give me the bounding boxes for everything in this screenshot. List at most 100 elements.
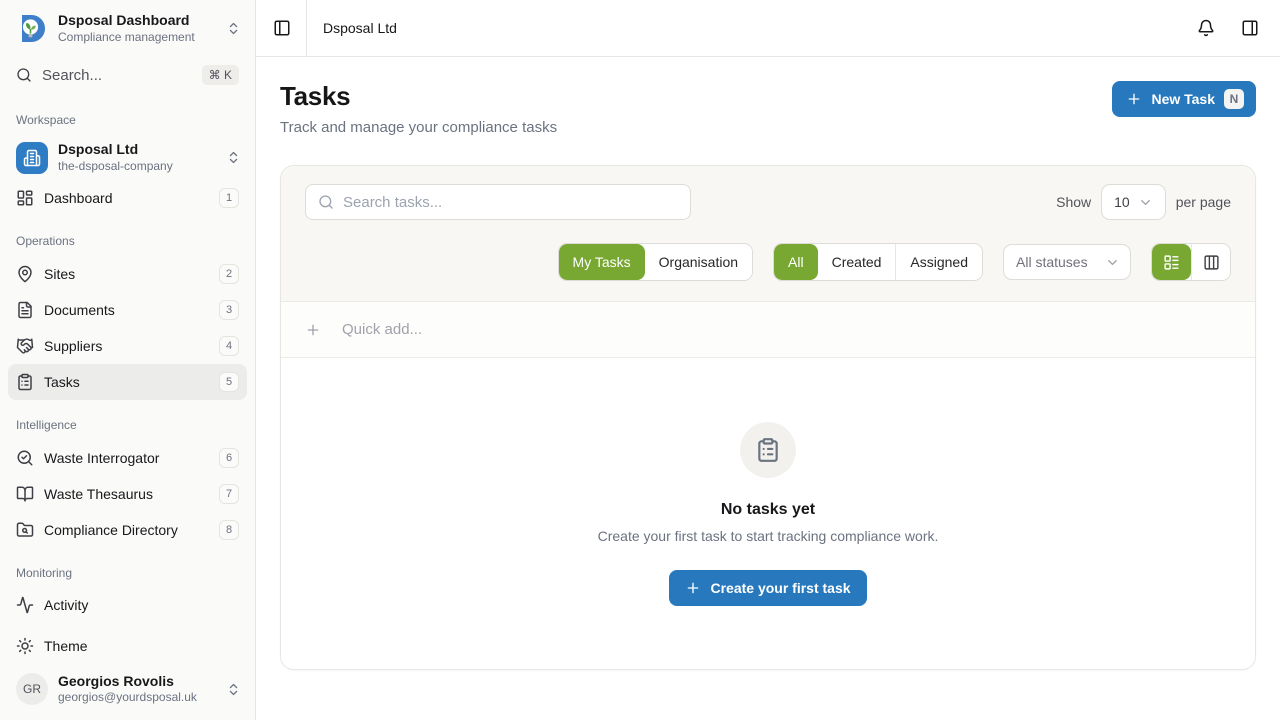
create-first-task-label: Create your first task — [710, 580, 850, 596]
shortcut-badge: 5 — [219, 372, 239, 392]
right-panel-toggle-button[interactable] — [1236, 14, 1264, 42]
notifications-button[interactable] — [1192, 14, 1220, 42]
empty-state-description: Create your first task to start tracking… — [598, 528, 939, 544]
app-switcher-chevron[interactable] — [224, 19, 243, 38]
topbar: Dsposal Ltd — [256, 0, 1280, 57]
section-operations: Operations — [0, 216, 255, 256]
app-switcher[interactable]: Dsposal Dashboard Compliance management — [0, 0, 255, 55]
workspace-switcher-chevron[interactable] — [224, 148, 243, 167]
status-filter-select[interactable]: All statuses — [1003, 244, 1131, 280]
sidebar-item-compliance-directory[interactable]: Compliance Directory 8 — [8, 512, 247, 548]
scope-tab-my-tasks[interactable]: My Tasks — [559, 244, 645, 280]
sidebar-item-documents[interactable]: Documents 3 — [8, 292, 247, 328]
filter-toggle-group: All Created Assigned — [773, 243, 983, 281]
sidebar-item-label: Dashboard — [44, 190, 209, 206]
panel-right-icon — [1241, 19, 1259, 37]
board-view-button[interactable] — [1191, 244, 1230, 280]
shortcut-badge: 6 — [219, 448, 239, 468]
main-area: Dsposal Ltd Tasks Track and manage your … — [256, 0, 1280, 720]
avatar: GR — [16, 673, 48, 705]
book-open-icon — [16, 485, 34, 503]
sidebar-toggle-button[interactable] — [268, 14, 296, 42]
new-task-label: New Task — [1151, 91, 1215, 107]
sidebar-item-label: Sites — [44, 266, 209, 282]
workspace-slug: the-dsposal-company — [58, 159, 214, 175]
per-page-label: per page — [1176, 194, 1231, 210]
shortcut-badge: 8 — [219, 520, 239, 540]
page-size-select[interactable]: 10 — [1101, 184, 1166, 220]
filter-tab-all[interactable]: All — [774, 244, 818, 280]
list-view-button[interactable] — [1152, 244, 1191, 280]
clipboard-list-icon — [755, 437, 781, 463]
scope-tab-organisation[interactable]: Organisation — [645, 244, 752, 280]
empty-state-icon-circle — [740, 422, 796, 478]
search-shortcut-badge: ⌘ K — [202, 65, 239, 85]
section-workspace: Workspace — [0, 95, 255, 135]
sidebar-item-label: Tasks — [44, 374, 209, 390]
clipboard-list-icon — [16, 373, 34, 391]
handshake-icon — [16, 337, 34, 355]
divider — [306, 0, 307, 56]
bell-icon — [1197, 19, 1215, 37]
create-first-task-button[interactable]: Create your first task — [669, 570, 866, 606]
filter-tab-created[interactable]: Created — [818, 244, 896, 280]
new-task-shortcut-badge: N — [1224, 89, 1244, 109]
sidebar-item-label: Compliance Directory — [44, 522, 209, 538]
sidebar-item-dashboard[interactable]: Dashboard 1 — [8, 180, 247, 216]
file-text-icon — [16, 301, 34, 319]
chevrons-up-down-icon — [226, 682, 241, 697]
search-check-icon — [16, 449, 34, 467]
shortcut-badge: 2 — [219, 264, 239, 284]
sidebar-item-label: Documents — [44, 302, 209, 318]
sidebar-item-label: Waste Interrogator — [44, 450, 209, 466]
columns-view-icon — [1203, 254, 1220, 271]
workspace-icon — [16, 142, 48, 174]
chevron-down-icon — [1105, 255, 1120, 270]
quick-add-row[interactable]: Quick add... — [281, 302, 1255, 358]
plus-icon — [305, 322, 321, 338]
sidebar-nav: Workspace Dsposal Ltd the-dsposal-compan… — [0, 95, 255, 627]
sidebar-item-label: Suppliers — [44, 338, 209, 354]
sidebar: Dsposal Dashboard Compliance management … — [0, 0, 256, 720]
panel-left-icon — [273, 19, 291, 37]
empty-state-title: No tasks yet — [721, 501, 815, 519]
sidebar-item-waste-interrogator[interactable]: Waste Interrogator 6 — [8, 440, 247, 476]
page-size-value: 10 — [1114, 194, 1130, 210]
sidebar-item-activity[interactable]: Activity — [8, 588, 247, 622]
user-name: Georgios Rovolis — [58, 673, 214, 691]
sidebar-item-suppliers[interactable]: Suppliers 4 — [8, 328, 247, 364]
dashboard-icon — [16, 189, 34, 207]
app-tagline: Compliance management — [58, 30, 214, 46]
sidebar-item-waste-thesaurus[interactable]: Waste Thesaurus 7 — [8, 476, 247, 512]
user-email: georgios@yourdsposal.uk — [58, 690, 214, 706]
global-search-label: Search... — [42, 67, 192, 84]
scope-toggle-group: My Tasks Organisation — [558, 243, 753, 281]
new-task-button[interactable]: New Task N — [1112, 81, 1256, 117]
page-header: Tasks Track and manage your compliance t… — [280, 81, 1256, 136]
workspace-switcher[interactable]: Dsposal Ltd the-dsposal-company — [0, 135, 255, 180]
view-toggle-group — [1151, 243, 1231, 281]
list-view-icon — [1163, 254, 1180, 271]
sidebar-footer: Theme GR Georgios Rovolis georgios@yourd… — [0, 627, 255, 720]
filter-tab-assigned[interactable]: Assigned — [895, 244, 982, 280]
page-subtitle: Track and manage your compliance tasks — [280, 119, 557, 136]
breadcrumb: Dsposal Ltd — [323, 20, 1192, 36]
search-icon — [16, 67, 32, 83]
sidebar-item-tasks[interactable]: Tasks 5 — [8, 364, 247, 400]
global-search[interactable]: Search... ⌘ K — [0, 55, 255, 95]
user-menu[interactable]: GR Georgios Rovolis georgios@yourdsposal… — [0, 665, 255, 714]
page-title: Tasks — [280, 81, 557, 112]
workspace-name: Dsposal Ltd — [58, 141, 214, 159]
user-menu-chevron[interactable] — [224, 680, 243, 699]
theme-toggle[interactable]: Theme — [0, 627, 255, 665]
empty-state: No tasks yet Create your first task to s… — [281, 358, 1255, 669]
shortcut-badge: 7 — [219, 484, 239, 504]
app-name: Dsposal Dashboard — [58, 12, 214, 30]
content: Tasks Track and manage your compliance t… — [256, 57, 1280, 720]
theme-label: Theme — [44, 638, 88, 654]
dsposal-logo-icon — [16, 13, 48, 45]
quick-add-placeholder: Quick add... — [342, 321, 422, 338]
sidebar-item-sites[interactable]: Sites 2 — [8, 256, 247, 292]
task-search-input[interactable] — [343, 194, 678, 211]
task-search-box[interactable] — [305, 184, 691, 220]
